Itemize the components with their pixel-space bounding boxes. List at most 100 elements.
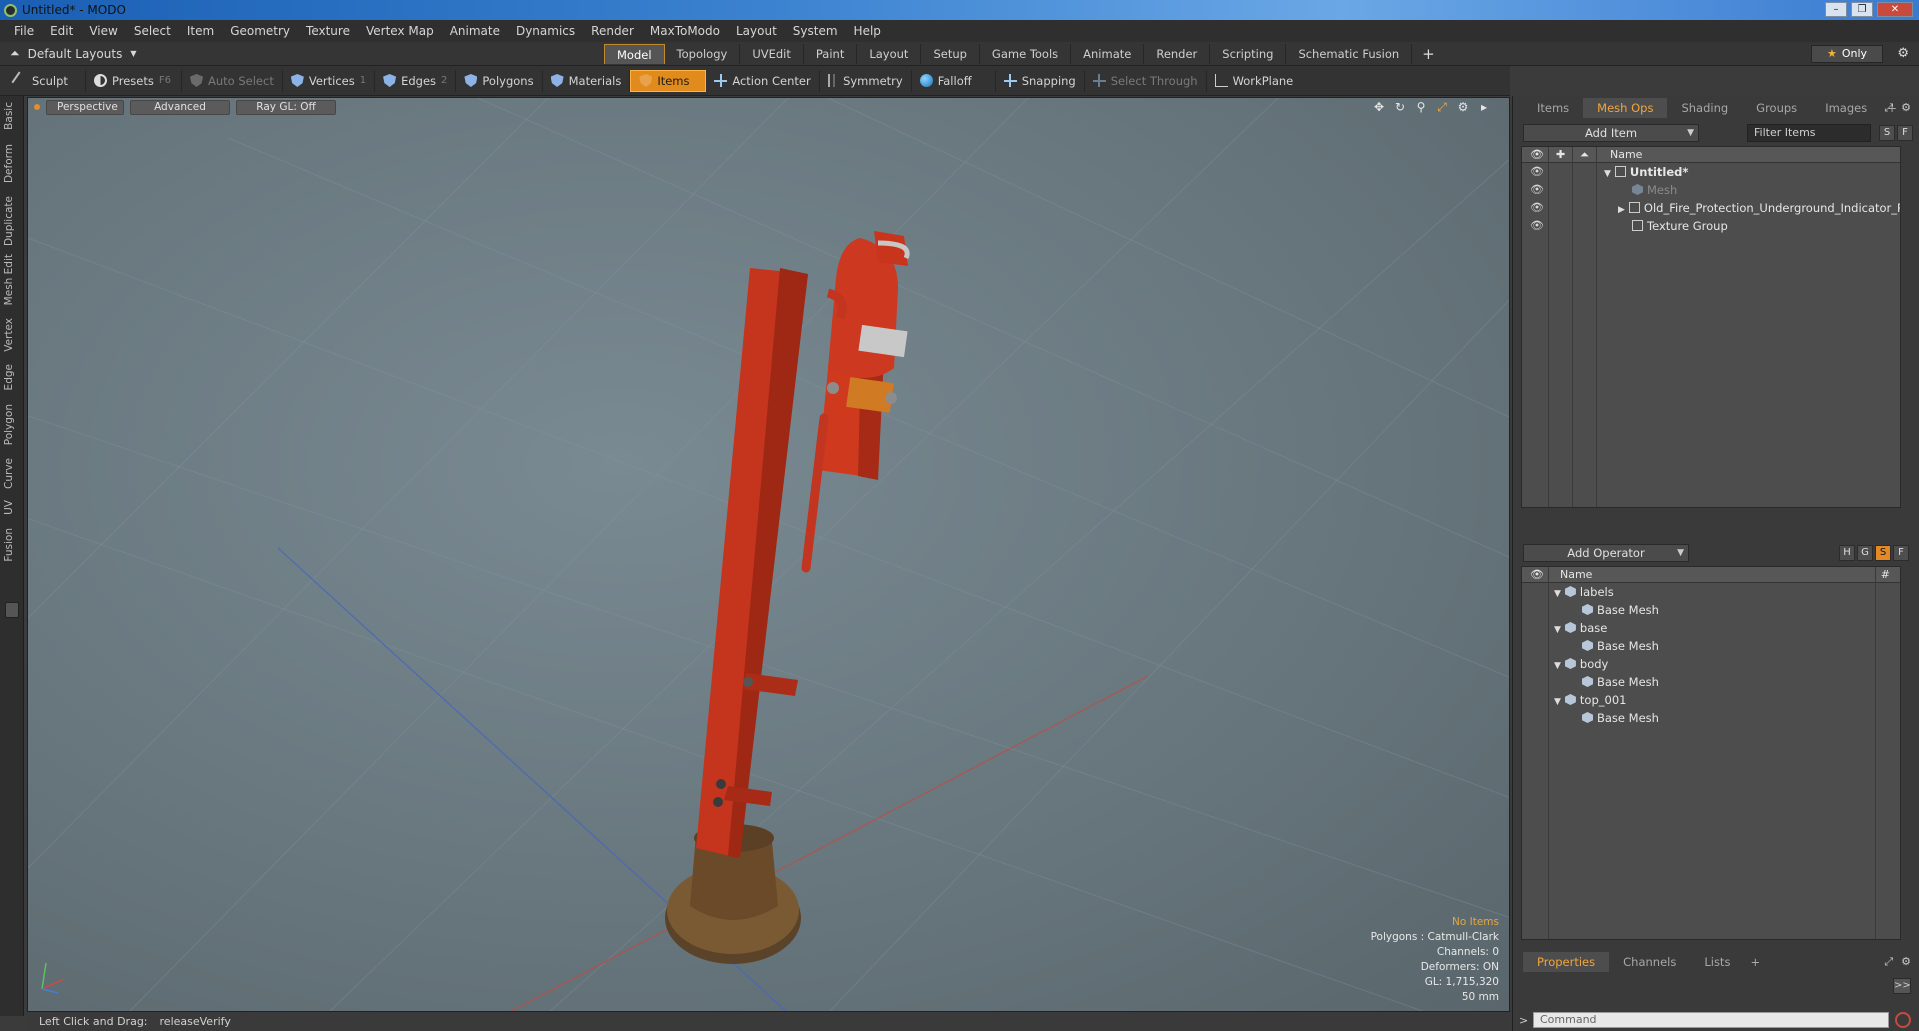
tree-row-hydrant[interactable]: 👁 ▶ Old_Fire_Protection_Underground_Indic… (1522, 199, 1900, 217)
tab-groups[interactable]: Groups (1742, 98, 1811, 118)
search-s-button[interactable]: S (1879, 125, 1895, 141)
tab-images[interactable]: Images (1811, 98, 1881, 118)
search-f-button[interactable]: F (1897, 125, 1913, 141)
menu-dynamics[interactable]: Dynamics (508, 24, 583, 38)
menu-system[interactable]: System (785, 24, 846, 38)
viewport-options-icon[interactable] (34, 104, 40, 110)
menu-layout[interactable]: Layout (728, 24, 785, 38)
tab-setup[interactable]: Setup (921, 44, 980, 64)
tab-lists[interactable]: Lists (1690, 952, 1744, 972)
left-tab-curve[interactable]: Curve (3, 458, 15, 489)
expand-triangle-icon[interactable]: ▼ (1554, 661, 1561, 671)
tab-channels[interactable]: Channels (1609, 952, 1690, 972)
left-tab-basic[interactable]: Basic (3, 102, 15, 130)
tab-items[interactable]: Items (1523, 98, 1583, 118)
menu-view[interactable]: View (81, 24, 125, 38)
view-type-dropdown[interactable]: Perspective (46, 99, 124, 115)
action-center-button[interactable]: Action Center (706, 69, 820, 92)
tab-shading[interactable]: Shading (1667, 98, 1742, 118)
op-row-base-mesh[interactable]: Base Mesh (1522, 637, 1900, 655)
auto-select-button[interactable]: Auto Select (182, 69, 283, 92)
expand-icon[interactable]: ⤢ (1884, 101, 1893, 115)
left-tab-fusion[interactable]: Fusion (3, 528, 15, 562)
record-icon[interactable] (1895, 1012, 1911, 1028)
expand-triangle-icon[interactable]: ▶ (1618, 205, 1625, 215)
strip-expand-button[interactable] (5, 602, 19, 618)
menu-geometry[interactable]: Geometry (222, 24, 298, 38)
tab-model[interactable]: Model (604, 44, 665, 64)
default-layouts-dropdown[interactable]: ⏶ Default Layouts ▼ (10, 46, 136, 61)
tab-scripting[interactable]: Scripting (1210, 44, 1287, 64)
shading-dropdown[interactable]: Advanced (130, 99, 230, 115)
menu-render[interactable]: Render (583, 24, 642, 38)
left-tab-duplicate[interactable]: Duplicate (3, 196, 15, 246)
menu-file[interactable]: File (6, 24, 42, 38)
tab-topology[interactable]: Topology (665, 44, 741, 64)
tree-row-texture-group[interactable]: 👁 Texture Group (1522, 217, 1900, 235)
left-tab-vertex[interactable]: Vertex (3, 318, 15, 352)
tab-uvedit[interactable]: UVEdit (740, 44, 804, 64)
eye-icon[interactable]: 👁 (1530, 166, 1544, 178)
expand-triangle-icon[interactable]: ▼ (1604, 169, 1611, 179)
op-row-base-mesh[interactable]: Base Mesh (1522, 709, 1900, 727)
select-through-button[interactable]: Select Through (1085, 69, 1207, 92)
left-tab-edge[interactable]: Edge (3, 364, 15, 390)
tab-game-tools[interactable]: Game Tools (980, 44, 1072, 64)
pan-icon[interactable]: ✥ (1372, 100, 1386, 114)
eye-icon[interactable]: 👁 (1530, 184, 1544, 196)
expand-triangle-icon[interactable]: ▼ (1554, 589, 1561, 599)
menu-select[interactable]: Select (126, 24, 179, 38)
workplane-button[interactable]: WorkPlane (1207, 70, 1302, 92)
maximize-button[interactable]: ❐ (1851, 2, 1873, 17)
gear-icon[interactable]: ⚙ (1897, 46, 1909, 61)
ops-f-button[interactable]: F (1893, 545, 1909, 561)
close-button[interactable]: ✕ (1877, 2, 1913, 17)
op-row-base-mesh[interactable]: Base Mesh (1522, 673, 1900, 691)
ops-h-button[interactable]: H (1839, 545, 1855, 561)
command-input[interactable]: Command (1533, 1012, 1889, 1028)
left-tab-uv[interactable]: UV (3, 500, 15, 515)
op-row-labels[interactable]: ▼ labels (1522, 583, 1900, 601)
op-row-top-001[interactable]: ▼ top_001 (1522, 691, 1900, 709)
rotate-icon[interactable]: ↻ (1393, 100, 1407, 114)
raygl-toggle[interactable]: Ray GL: Off (236, 99, 336, 115)
tab-layout[interactable]: Layout (857, 44, 922, 64)
tree-row-mesh[interactable]: 👁 Mesh (1522, 181, 1900, 199)
menu-item[interactable]: Item (179, 24, 222, 38)
3d-viewport[interactable]: Perspective Advanced Ray GL: Off ✥ ↻ ⚲ ⤢… (27, 97, 1510, 1012)
expand-triangle-icon[interactable]: ▼ (1554, 625, 1561, 635)
menu-help[interactable]: Help (846, 24, 889, 38)
op-row-body[interactable]: ▼ body (1522, 655, 1900, 673)
menu-maxtomodo[interactable]: MaxToModo (642, 24, 728, 38)
panel-gear-icon[interactable]: ⚙ (1901, 101, 1911, 115)
maximize-viewport-icon[interactable]: ⤢ (1435, 100, 1449, 114)
add-tab-button[interactable]: + (1412, 44, 1445, 64)
forward-button[interactable]: >> (1893, 978, 1911, 994)
only-toggle[interactable]: ★ Only (1811, 45, 1883, 63)
op-row-base[interactable]: ▼ base (1522, 619, 1900, 637)
zoom-icon[interactable]: ⚲ (1414, 100, 1428, 114)
menu-animate[interactable]: Animate (442, 24, 508, 38)
items-button[interactable]: Items (630, 69, 707, 92)
op-row-base-mesh[interactable]: Base Mesh (1522, 601, 1900, 619)
edges-button[interactable]: Edges 2 (375, 69, 457, 92)
tab-animate[interactable]: Animate (1071, 44, 1145, 64)
add-panel-tab-button[interactable]: + (1744, 952, 1766, 972)
eye-icon[interactable]: 👁 (1530, 202, 1544, 214)
menu-texture[interactable]: Texture (298, 24, 358, 38)
tab-mesh-ops[interactable]: Mesh Ops (1583, 98, 1668, 118)
expand-icon[interactable]: ⤢ (1884, 955, 1893, 969)
left-tab-mesh-edit[interactable]: Mesh Edit (3, 254, 15, 305)
panel-gear-icon[interactable]: ⚙ (1901, 955, 1911, 969)
minimize-button[interactable]: – (1825, 2, 1847, 17)
add-operator-button[interactable]: Add Operator ▼ (1523, 544, 1689, 562)
eye-icon[interactable]: 👁 (1530, 220, 1544, 232)
symmetry-button[interactable]: Symmetry (820, 69, 912, 92)
left-tab-polygon[interactable]: Polygon (3, 404, 15, 445)
menu-edit[interactable]: Edit (42, 24, 81, 38)
materials-button[interactable]: Materials (543, 69, 631, 92)
tab-render[interactable]: Render (1144, 44, 1211, 64)
ops-s-button[interactable]: S (1875, 545, 1891, 561)
presets-button[interactable]: Presets F6 (86, 69, 182, 92)
filter-items-input[interactable]: Filter Items (1747, 124, 1871, 142)
